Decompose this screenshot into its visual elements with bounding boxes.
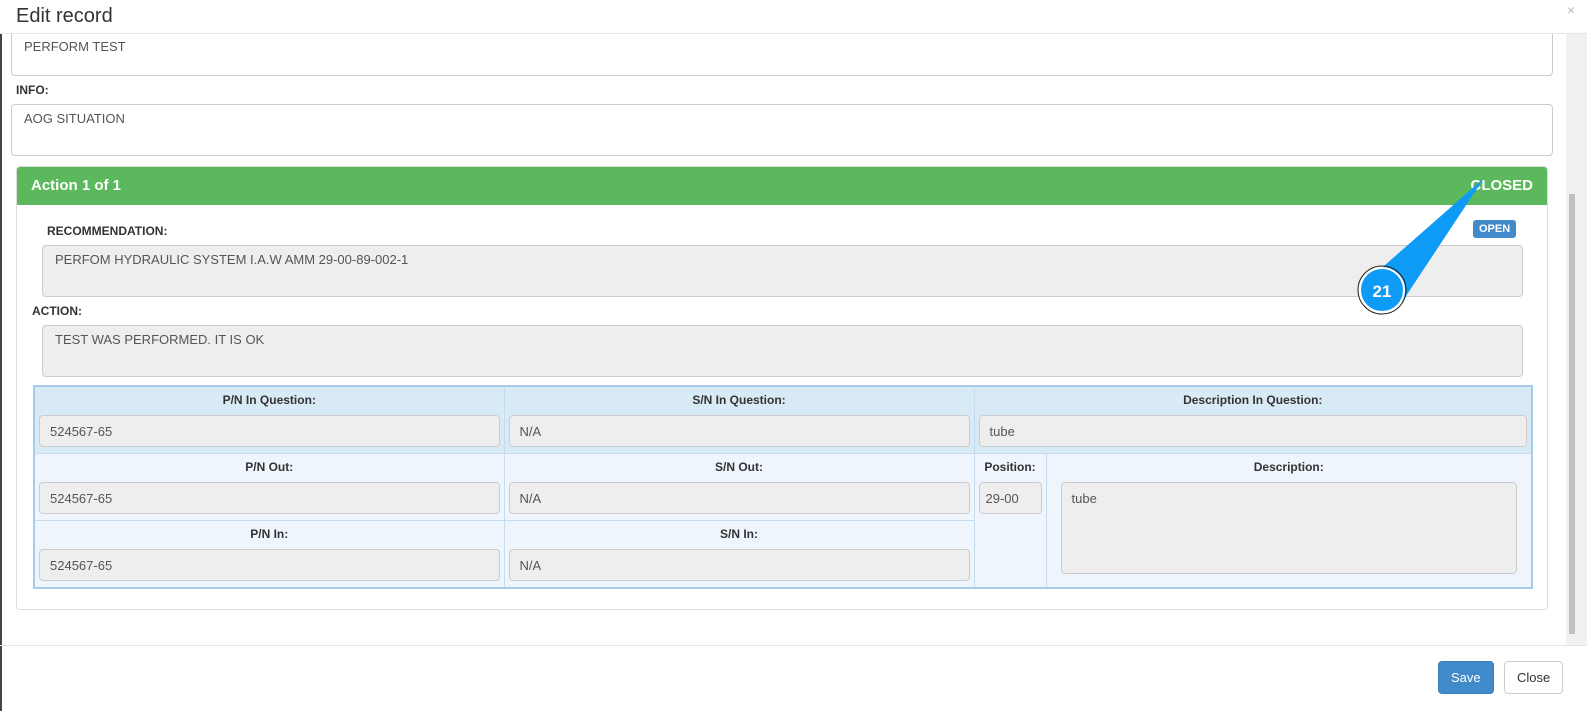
pn-out-input[interactable]: 524567-65 [39,482,500,514]
scrollbar-thumb[interactable] [1569,194,1575,634]
modal-body: PERFORM TEST INFO: AOG SITUATION Action … [0,34,1566,645]
action-value: TEST WAS PERFORMED. IT IS OK [55,332,265,347]
modal-header: Edit record × [0,0,1587,34]
pn-in-label: P/N In: [250,527,289,541]
pn-question-label: P/N In Question: [222,393,316,407]
info-textarea[interactable]: AOG SITUATION [11,104,1553,156]
modal-title: Edit record [16,5,113,27]
recommendation-textarea[interactable]: PERFOM HYDRAULIC SYSTEM I.A.W AMM 29-00-… [42,245,1523,297]
description-textarea[interactable]: PERFORM TEST [11,34,1553,76]
open-button[interactable]: OPEN [1473,220,1517,238]
close-icon[interactable]: × [1567,2,1575,18]
position-label: Position: [984,460,1036,474]
sn-question-label: S/N In Question: [692,393,786,407]
pn-in-input[interactable]: 524567-65 [39,549,500,581]
pn-out-label: P/N Out: [245,460,294,474]
desc-question-label: Description In Question: [1183,393,1323,407]
position-input[interactable]: 29-00 [978,482,1042,514]
action-panel-header: Action 1 of 1 CLOSED [17,167,1547,205]
description-value: PERFORM TEST [24,39,126,54]
action-panel: Action 1 of 1 CLOSED RECOMMENDATION: OPEN… [16,166,1548,610]
save-button[interactable]: Save [1438,661,1494,694]
info-label: INFO: [16,83,49,97]
modal-footer: Save Close [0,645,1587,711]
sn-out-input[interactable]: N/A [508,482,970,514]
pn-question-input[interactable]: 524567-65 [39,415,500,447]
sn-out-label: S/N Out: [715,460,763,474]
recommendation-value: PERFOM HYDRAULIC SYSTEM I.A.W AMM 29-00-… [55,252,409,267]
recommendation-label: RECOMMENDATION: [47,224,168,238]
description-label: Description: [1253,460,1324,474]
action-textarea[interactable]: TEST WAS PERFORMED. IT IS OK [42,325,1523,377]
action-label: ACTION: [32,304,82,318]
status-badge: CLOSED [1470,177,1533,194]
desc-question-input[interactable]: tube [978,415,1527,447]
info-value: AOG SITUATION [24,111,125,126]
parts-table: P/N In Question: 524567-65 S/N In Questio… [33,385,1533,589]
scrollbar[interactable] [1566,34,1587,645]
description-input[interactable]: tube [1060,482,1517,574]
close-button[interactable]: Close [1504,661,1564,694]
action-title: Action 1 of 1 [31,177,122,194]
sn-in-input[interactable]: N/A [508,549,970,581]
sn-question-input[interactable]: N/A [508,415,970,447]
sn-in-label: S/N In: [720,527,758,541]
